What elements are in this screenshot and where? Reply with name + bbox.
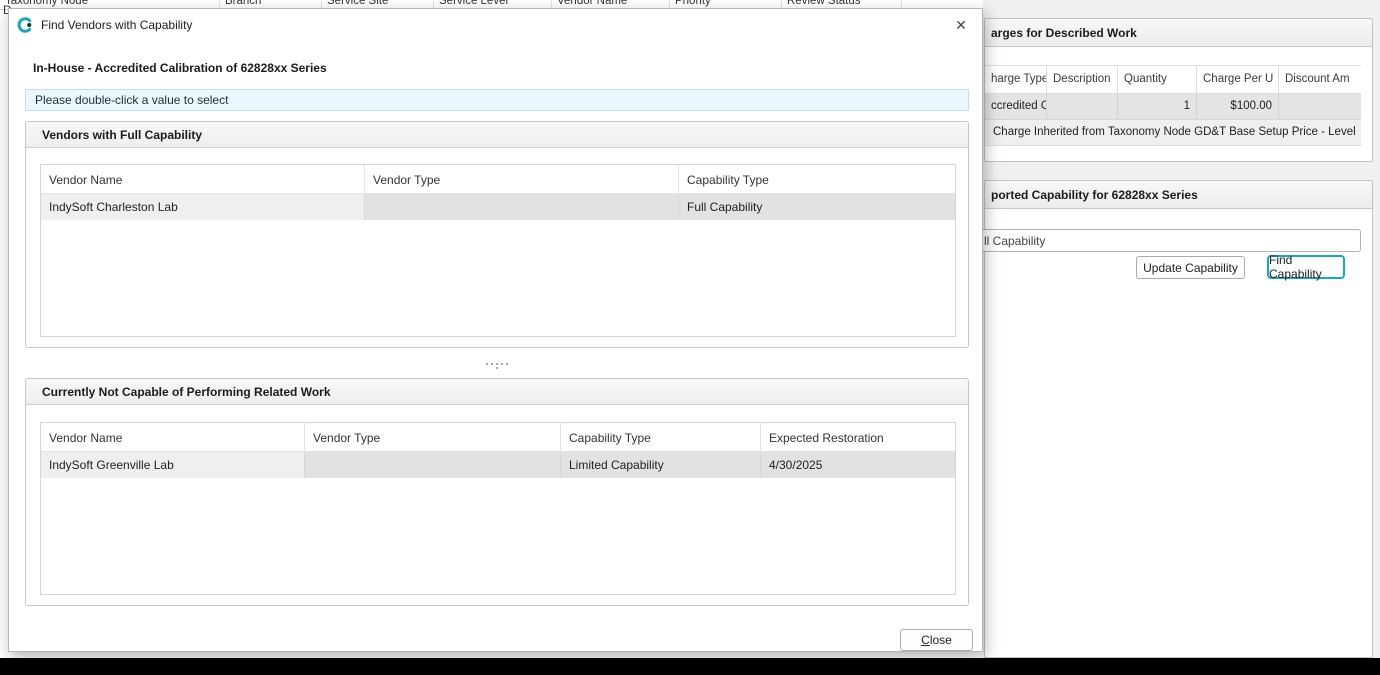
table-row[interactable]: IndySoft Charleston Lab Full Capability bbox=[41, 194, 955, 220]
dialog-title: Find Vendors with Capability bbox=[41, 18, 192, 32]
description-cell bbox=[1047, 94, 1118, 119]
capability-panel-header: ported Capability for 62828xx Series bbox=[985, 181, 1372, 209]
charges-col-description[interactable]: Description bbox=[1047, 66, 1118, 93]
vendor-type-cell bbox=[305, 452, 561, 478]
close-icon[interactable]: ✕ bbox=[948, 13, 974, 37]
charge-type-cell: ccredited Ca bbox=[985, 94, 1047, 119]
hint-bar: Please double-click a value to select bbox=[25, 89, 969, 111]
quantity-cell: 1 bbox=[1118, 94, 1197, 119]
capability-type-cell: Limited Capability bbox=[561, 452, 761, 478]
charges-col-discount[interactable]: Discount Am bbox=[1279, 66, 1361, 93]
full-capability-table: Vendor Name Vendor Type Capability Type … bbox=[40, 164, 956, 337]
expected-restoration-cell: 4/30/2025 bbox=[761, 452, 956, 478]
app-icon bbox=[17, 17, 33, 33]
dialog-subtitle: In-House - Accredited Calibration of 628… bbox=[33, 61, 327, 75]
vendor-name-cell: IndySoft Greenville Lab bbox=[41, 452, 305, 478]
full-capability-groupbox: Vendors with Full Capability Vendor Name… bbox=[25, 121, 969, 348]
charges-grid: harge Type Description Quantity Charge P… bbox=[985, 65, 1361, 146]
charge-inherited-note: Charge Inherited from Taxonomy Node GD&T… bbox=[985, 120, 1361, 146]
capability-type-cell: Full Capability bbox=[679, 194, 956, 220]
charge-per-unit-cell: $100.00 bbox=[1197, 94, 1279, 119]
charges-row[interactable]: ccredited Ca 1 $100.00 bbox=[985, 94, 1361, 120]
splitter-handle[interactable] bbox=[485, 361, 509, 370]
capability-panel: ported Capability for 62828xx Series Upd… bbox=[984, 180, 1373, 658]
discount-cell bbox=[1279, 94, 1361, 119]
taskbar bbox=[0, 658, 1380, 675]
table-row[interactable]: IndySoft Greenville Lab Limited Capabili… bbox=[41, 452, 955, 478]
not-capable-groupbox-header: Currently Not Capable of Performing Rela… bbox=[26, 379, 968, 405]
column-header-capability-type[interactable]: Capability Type bbox=[561, 423, 761, 451]
column-header-expected-restoration[interactable]: Expected Restoration bbox=[761, 423, 956, 451]
vendor-type-cell bbox=[365, 194, 679, 220]
charges-panel-header: arges for Described Work bbox=[985, 19, 1372, 47]
not-capable-table-header: Vendor Name Vendor Type Capability Type … bbox=[41, 423, 955, 452]
hint-text: Please double-click a value to select bbox=[35, 93, 228, 107]
full-capability-table-header: Vendor Name Vendor Type Capability Type bbox=[41, 165, 955, 194]
column-header-vendor-type[interactable]: Vendor Type bbox=[365, 165, 679, 193]
capability-input[interactable] bbox=[977, 229, 1361, 252]
vendor-name-cell: IndySoft Charleston Lab bbox=[41, 194, 365, 220]
full-capability-groupbox-header: Vendors with Full Capability bbox=[26, 122, 968, 148]
charges-col-quantity[interactable]: Quantity bbox=[1118, 66, 1197, 93]
charges-col-charge-per-unit[interactable]: Charge Per U bbox=[1197, 66, 1279, 93]
column-header-vendor-name[interactable]: Vendor Name bbox=[41, 423, 305, 451]
column-header-vendor-name[interactable]: Vendor Name bbox=[41, 165, 365, 193]
close-button[interactable]: Close bbox=[900, 629, 973, 651]
column-header-capability-type[interactable]: Capability Type bbox=[679, 165, 956, 193]
not-capable-table: Vendor Name Vendor Type Capability Type … bbox=[40, 422, 956, 595]
not-capable-groupbox: Currently Not Capable of Performing Rela… bbox=[25, 378, 969, 606]
charges-panel: arges for Described Work harge Type Desc… bbox=[984, 18, 1373, 162]
close-button-label: Close bbox=[921, 633, 952, 647]
charges-grid-header-row: harge Type Description Quantity Charge P… bbox=[985, 66, 1361, 94]
find-vendors-dialog: Find Vendors with Capability ✕ In-House … bbox=[8, 8, 983, 652]
update-capability-button[interactable]: Update Capability bbox=[1136, 256, 1245, 279]
column-header-vendor-type[interactable]: Vendor Type bbox=[305, 423, 561, 451]
dialog-titlebar[interactable]: Find Vendors with Capability ✕ bbox=[9, 9, 982, 41]
find-capability-button[interactable]: Find Capability bbox=[1267, 255, 1345, 279]
charges-col-charge-type[interactable]: harge Type bbox=[985, 66, 1047, 93]
